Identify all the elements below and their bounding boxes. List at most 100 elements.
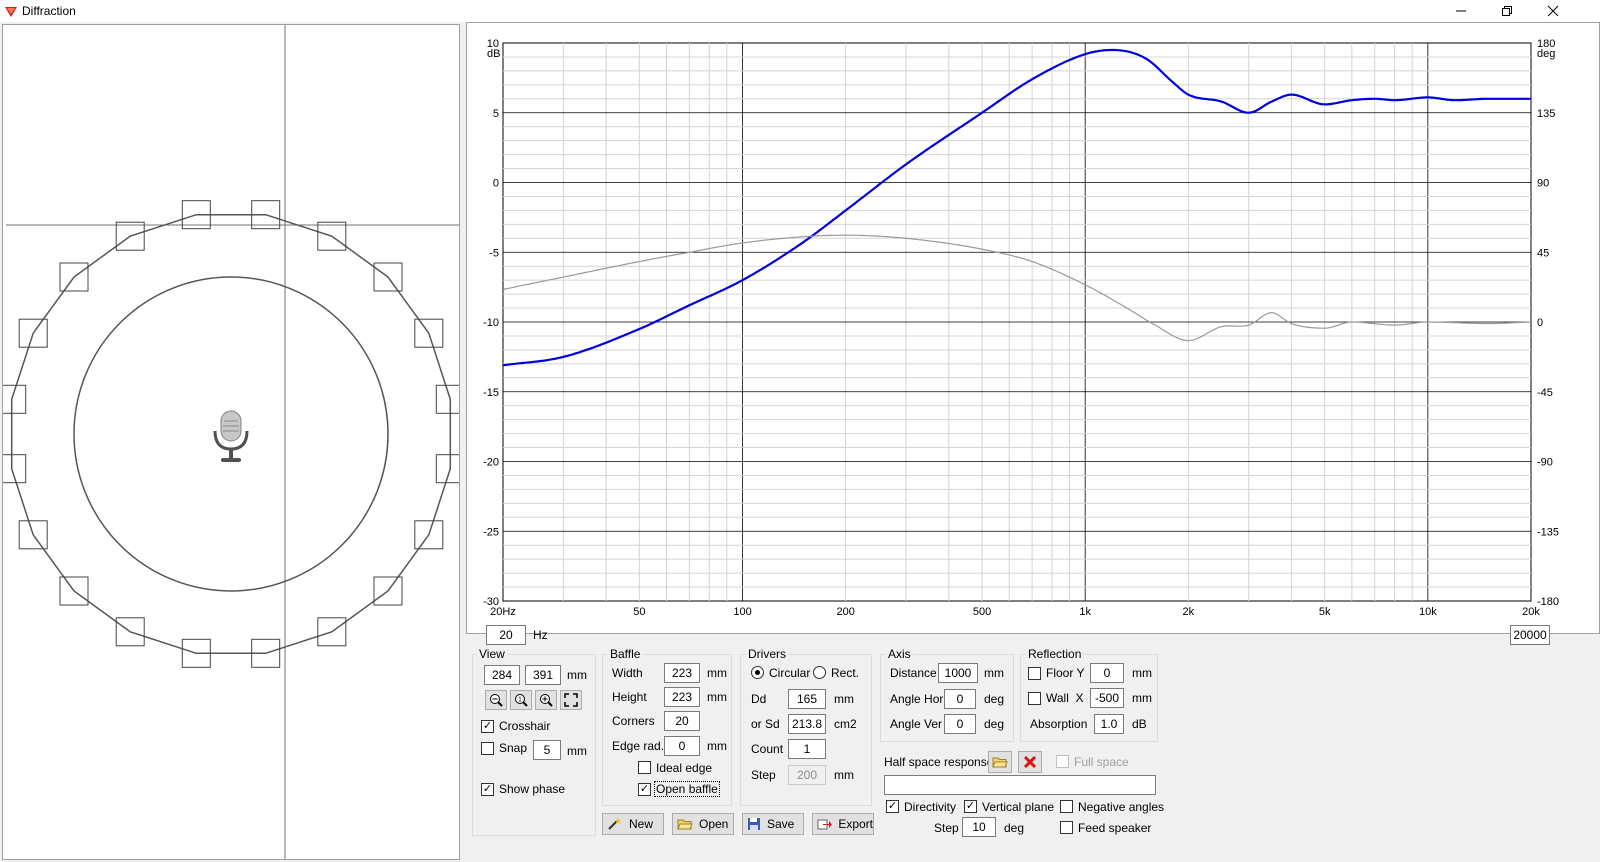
negative-angles-label: Negative angles — [1078, 800, 1165, 814]
edge-radius-input[interactable]: 0 — [664, 736, 700, 756]
magic-wand-icon — [608, 818, 621, 830]
crosshair-label: Crosshair — [499, 719, 551, 733]
baffle-canvas[interactable] — [0, 24, 465, 860]
floppy-disk-icon — [748, 818, 760, 830]
circular-label: Circular — [769, 666, 811, 680]
negative-angles-checkbox[interactable] — [1060, 800, 1073, 813]
sd-input[interactable]: 213.8 — [788, 714, 826, 734]
zoom-in-button[interactable] — [535, 690, 557, 710]
width-input[interactable]: 223 — [664, 663, 700, 683]
angle-ver-unit: deg — [984, 717, 1005, 731]
feed-speaker-checkbox[interactable] — [1060, 821, 1073, 834]
distance-input[interactable]: 1000 — [938, 663, 978, 683]
vertical-plane-label: Vertical plane — [982, 800, 1055, 814]
directivity-step-input[interactable]: 10 — [962, 817, 996, 837]
zoom-out-button[interactable] — [485, 690, 507, 710]
open-baffle-checkbox[interactable]: ✓ — [638, 783, 651, 796]
ideal-edge-checkbox[interactable] — [638, 761, 651, 774]
svg-text:1: 1 — [518, 697, 522, 704]
view-x-input[interactable]: 284 — [484, 665, 520, 685]
dd-input[interactable]: 165 — [788, 689, 826, 709]
corners-input[interactable]: 20 — [664, 711, 700, 731]
x-tick-label: 100 — [733, 606, 751, 618]
directivity-step-label: Step — [934, 821, 959, 835]
open-button[interactable]: Open — [672, 813, 734, 835]
floor-input[interactable]: 0 — [1090, 663, 1124, 683]
y-left-tick-label: -10 — [483, 317, 499, 329]
drivers-group-title: Drivers — [746, 647, 788, 661]
count-input[interactable]: 1 — [788, 739, 826, 759]
open-baffle-label: Open baffle — [654, 781, 720, 797]
angle-ver-label: Angle Ver — [890, 717, 943, 731]
show-phase-checkbox[interactable]: ✓ — [481, 783, 494, 796]
freq-min-input[interactable]: 20 — [486, 625, 526, 645]
height-unit: mm — [707, 690, 727, 704]
half-space-open-button[interactable] — [988, 751, 1012, 773]
frequency-response-graph[interactable]: 10 5 0 -5 -10 -15 -20 -25 -30 180 135 90 45 0 -45 -90 -1… — [466, 22, 1600, 634]
count-label: Count — [751, 742, 784, 756]
zoom-reset-button[interactable]: 1 — [510, 690, 532, 710]
wall-input[interactable]: -500 — [1090, 688, 1124, 708]
freq-max-input[interactable]: 20000 — [1510, 625, 1550, 645]
sd-label: or Sd — [751, 717, 780, 731]
export-button[interactable]: Export — [812, 813, 874, 835]
crosshair-checkbox[interactable]: ✓ — [481, 720, 494, 733]
freq-min-unit: Hz — [533, 628, 548, 642]
wall-checkbox[interactable] — [1028, 692, 1041, 705]
x-tick-label: 20k — [1522, 606, 1540, 618]
rect-label: Rect. — [831, 666, 860, 680]
floor-checkbox[interactable] — [1028, 667, 1041, 680]
zoom-reset-icon: 1 — [515, 694, 528, 707]
delete-icon — [1023, 755, 1037, 769]
absorption-input[interactable]: 1.0 — [1094, 714, 1124, 734]
new-button[interactable]: New — [602, 813, 664, 835]
save-button-label: Save — [767, 817, 795, 831]
x-tick-label: 200 — [836, 606, 854, 618]
sd-unit: cm2 — [834, 717, 857, 731]
minimize-button[interactable] — [1438, 0, 1484, 22]
y-right-unit: deg — [1537, 48, 1555, 60]
y-right-tick-label: -90 — [1537, 457, 1553, 469]
view-y-input[interactable]: 391 — [525, 665, 561, 685]
save-button[interactable]: Save — [742, 813, 804, 835]
directivity-checkbox[interactable]: ✓ — [886, 800, 899, 813]
absorption-label: Absorption — [1030, 717, 1088, 731]
rect-radio[interactable] — [813, 666, 826, 679]
dd-label: Dd — [751, 692, 767, 706]
wall-unit: mm — [1132, 691, 1152, 705]
restore-icon — [1502, 6, 1512, 16]
absorption-unit: dB — [1132, 717, 1147, 731]
folder-open-icon — [677, 819, 693, 830]
zoom-fit-button[interactable] — [560, 690, 582, 710]
y-right-tick-label: -180 — [1537, 596, 1559, 608]
wall-label: Wall X — [1046, 691, 1084, 705]
close-icon — [1547, 5, 1559, 17]
zoom-in-icon — [540, 694, 553, 707]
step-unit: mm — [834, 768, 854, 782]
x-tick-label: 10k — [1419, 606, 1437, 618]
zoom-fit-icon — [564, 693, 578, 707]
angle-hor-label: Angle Hor — [890, 692, 944, 706]
half-space-clear-button[interactable] — [1018, 751, 1042, 773]
angle-ver-input[interactable]: 0 — [944, 714, 976, 734]
half-space-path-input[interactable] — [884, 775, 1156, 795]
snap-unit: mm — [567, 744, 587, 758]
distance-label: Distance — [890, 666, 937, 680]
y-right-tick-label: -135 — [1537, 526, 1559, 538]
directivity-step-unit: deg — [1004, 821, 1025, 835]
microphone-icon — [213, 410, 249, 462]
full-space-label: Full space — [1074, 755, 1129, 769]
restore-button[interactable] — [1484, 0, 1530, 22]
x-tick-label: 500 — [973, 606, 991, 618]
vertical-plane-checkbox[interactable]: ✓ — [964, 800, 977, 813]
close-button[interactable] — [1530, 0, 1576, 22]
circular-radio[interactable] — [751, 666, 764, 679]
export-button-label: Export — [838, 817, 873, 831]
dd-unit: mm — [834, 692, 854, 706]
height-input[interactable]: 223 — [664, 687, 700, 707]
snap-checkbox[interactable] — [481, 742, 494, 755]
angle-hor-input[interactable]: 0 — [944, 689, 976, 709]
snap-input[interactable]: 5 — [533, 740, 561, 760]
app-logo-icon — [5, 7, 17, 17]
height-label: Height — [612, 690, 647, 704]
